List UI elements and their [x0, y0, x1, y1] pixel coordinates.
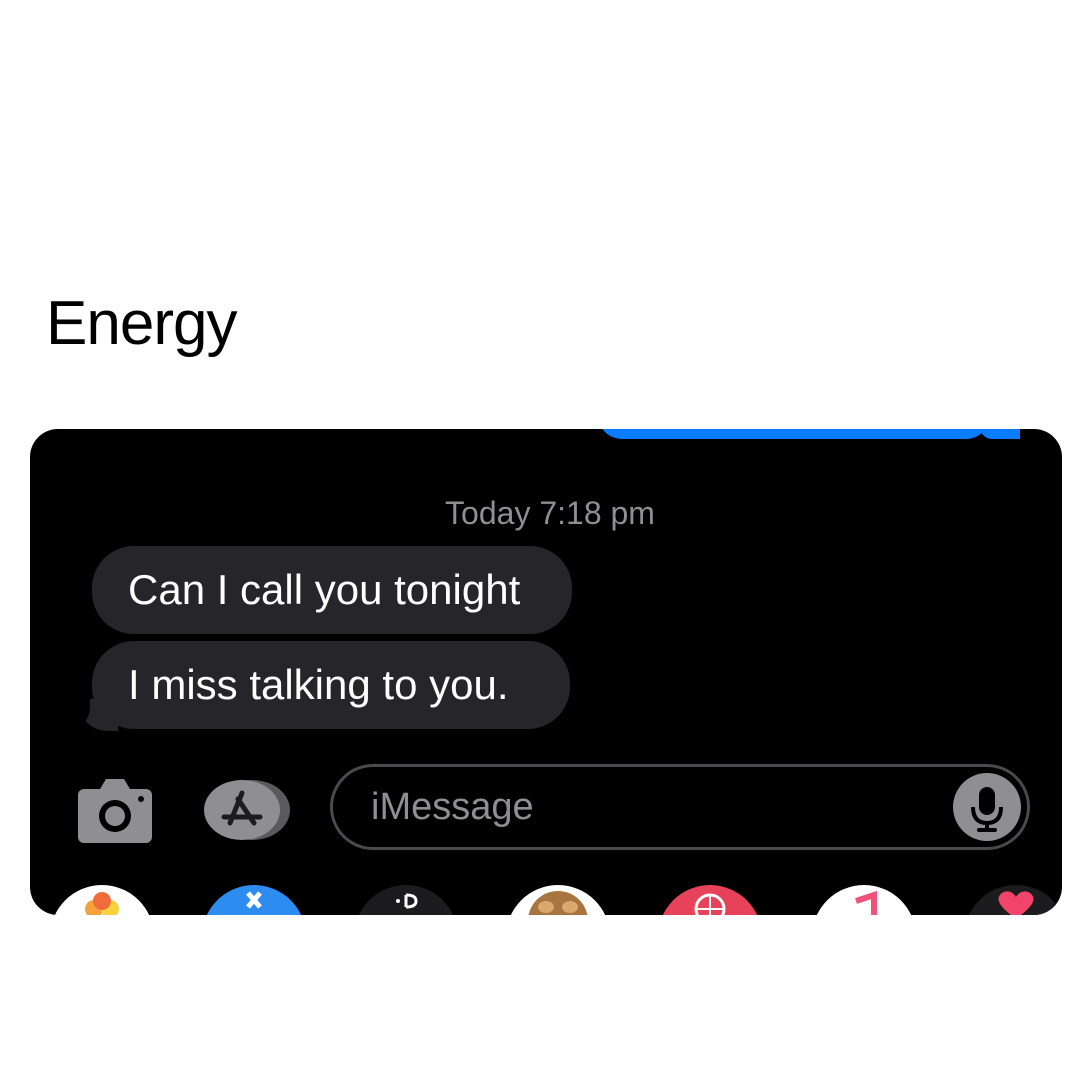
microphone-icon — [971, 787, 1003, 832]
message-timestamp: Today 7:18 pm — [445, 495, 655, 531]
monkey-face-icon — [528, 891, 588, 915]
message-input[interactable]: iMessage — [330, 764, 1030, 850]
message-input-placeholder: iMessage — [371, 786, 534, 828]
sent-bubble-tail — [980, 429, 1020, 439]
search-images-app-icon[interactable] — [658, 885, 762, 915]
digital-touch-glyph-icon — [396, 893, 418, 909]
photos-app-icon[interactable] — [50, 885, 154, 915]
music-note-icon — [855, 890, 877, 915]
app-store-glyph-icon — [246, 891, 262, 909]
animoji-app-icon[interactable] — [506, 885, 610, 915]
music-app-icon[interactable] — [812, 885, 916, 915]
meme-caption: Energy — [46, 289, 237, 358]
photos-flower-icon — [85, 892, 119, 915]
app-store-app-icon[interactable] — [202, 885, 306, 915]
camera-icon — [78, 779, 152, 843]
sent-message-bubble-partial — [598, 429, 990, 439]
bubble-tail-mask — [60, 691, 90, 731]
heart-icon — [998, 891, 1034, 915]
camera-button[interactable] — [78, 777, 152, 843]
apps-button[interactable] — [202, 779, 290, 841]
received-message-bubble[interactable]: Can I call you tonight — [92, 546, 572, 634]
hearts-app-icon[interactable] — [964, 885, 1062, 915]
imessage-screenshot: Today 7:18 pm Can I call you tonight I m… — [30, 429, 1062, 915]
app-store-icon — [204, 780, 290, 840]
globe-search-icon — [694, 893, 726, 915]
received-message-bubble[interactable]: I miss talking to you. — [92, 641, 570, 729]
dictation-button[interactable] — [953, 773, 1021, 841]
digital-touch-app-icon[interactable] — [354, 885, 458, 915]
